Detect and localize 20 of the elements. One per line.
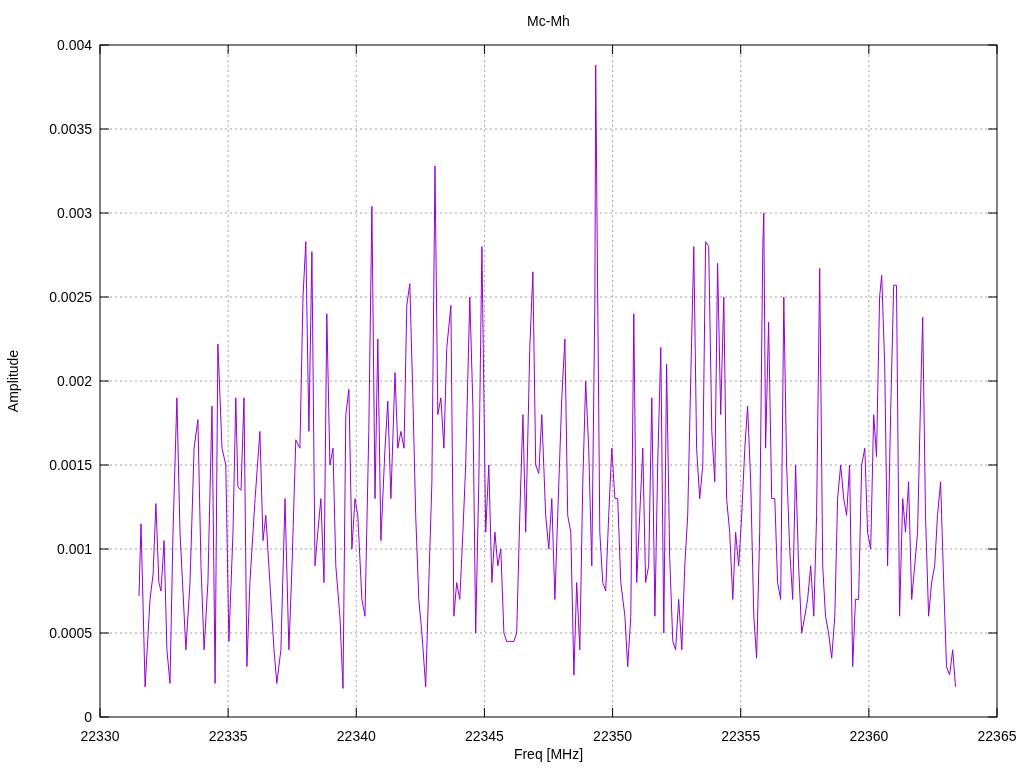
tick-label: 0.004 [56, 37, 92, 53]
tick-label: 22355 [721, 728, 761, 744]
tick-label: 22360 [849, 728, 889, 744]
tick-label: 0.0015 [49, 457, 92, 473]
tick-label: 0.0005 [49, 625, 92, 641]
tick-label: 0.0035 [49, 121, 92, 137]
tick-label: 22330 [80, 728, 120, 744]
chart-title: Mc-Mh [527, 13, 570, 29]
tick-label: 22350 [593, 728, 633, 744]
tick-label: 0.0025 [49, 289, 92, 305]
tick-label: 22345 [464, 728, 504, 744]
tick-label: 22365 [977, 728, 1017, 744]
tick-label: 0.001 [56, 541, 92, 557]
tick-label: 0.003 [56, 205, 92, 221]
tick-label: 22335 [208, 728, 248, 744]
x-axis-label: Freq [MHz] [513, 746, 584, 762]
tick-label: 0.002 [56, 373, 92, 389]
tick-label: 22340 [336, 728, 376, 744]
y-axis-label: Amplitude [5, 349, 21, 413]
tick-label: 0 [84, 709, 92, 725]
